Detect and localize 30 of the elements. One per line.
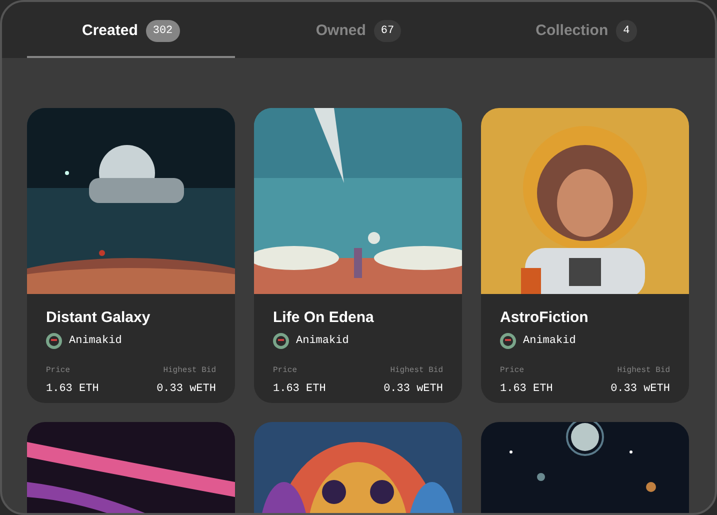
author-name: Animakid: [296, 334, 349, 349]
tab[interactable]: Owned 67: [254, 20, 462, 58]
price-label: Price: [500, 364, 526, 376]
nft-card[interactable]: Life On Edena Animakid Price 1.63 ETH Highest Bid 0.33 wETH: [254, 108, 462, 403]
card-title: Distant Galaxy: [46, 308, 152, 328]
price-value: 1.63 ETH: [500, 382, 553, 396]
bid-value: 0.33 wETH: [610, 382, 670, 396]
author-name: Animakid: [523, 334, 576, 349]
bid-value: 0.33 wETH: [384, 382, 443, 396]
tab[interactable]: Collection 4: [482, 20, 690, 58]
author-name: Animakid: [69, 334, 122, 349]
bid-label: Highest Bid: [163, 364, 216, 376]
card-title: AstroFiction: [500, 308, 590, 328]
bid-value: 0.33 wETH: [156, 382, 216, 396]
nft-card[interactable]: AstroFiction Animakid Price 1.63 ETH Highest Bid 0.33 wETH: [481, 108, 689, 403]
price-value: 1.63 ETH: [46, 382, 99, 396]
price-value: 1.63 ETH: [273, 382, 326, 396]
avatar-icon: [273, 333, 289, 350]
avatar-icon: [46, 333, 62, 350]
count-badge: 302: [146, 20, 180, 42]
price-label: Price: [46, 364, 72, 376]
count-badge: 67: [374, 20, 402, 42]
nft-card[interactable]: Distant Galaxy Animakid Price 1.63 ETH Highest Bid 0.33 wETH: [27, 108, 235, 403]
card-title: Life On Edena: [273, 308, 375, 328]
avatar-icon: [500, 333, 516, 350]
bid-label: Highest Bid: [617, 364, 670, 376]
tab[interactable]: Created 302: [27, 20, 235, 58]
bid-label: Highest Bid: [390, 364, 443, 376]
price-label: Price: [273, 364, 298, 376]
count-badge: 4: [616, 20, 637, 42]
